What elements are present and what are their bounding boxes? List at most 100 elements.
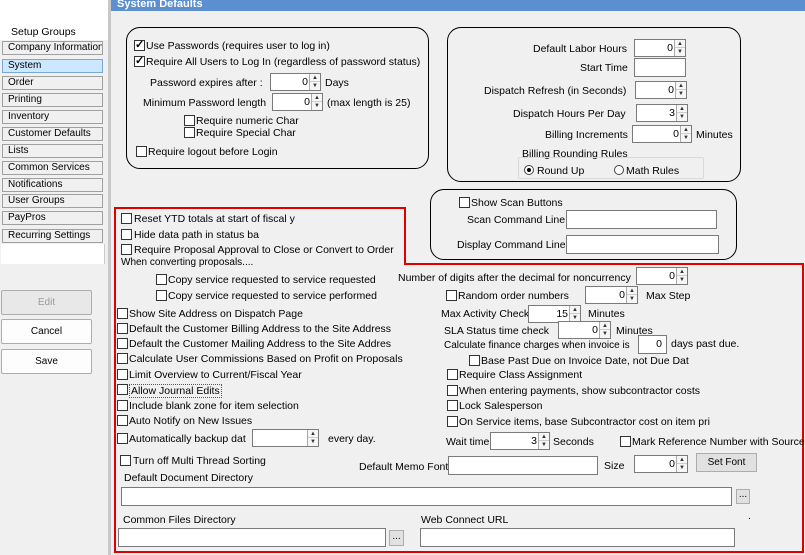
- sidebar-item-inventory[interactable]: Inventory: [2, 110, 103, 124]
- copy-performed-label: Copy service requested to service perfor…: [168, 290, 377, 302]
- max-activity-unit: Minutes: [588, 308, 625, 320]
- billing-minutes-label: Minutes: [696, 129, 733, 141]
- sidebar-item-company-information[interactable]: Company Information: [2, 41, 103, 55]
- lock-salesperson-checkbox[interactable]: [447, 400, 458, 411]
- limit-overview-checkbox[interactable]: [117, 369, 128, 380]
- auto-notify-label: Auto Notify on New Issues: [129, 415, 253, 427]
- cancel-button[interactable]: Cancel: [1, 319, 92, 344]
- default-mailing-checkbox[interactable]: [117, 338, 128, 349]
- sidebar-item-paypros[interactable]: PayPros: [2, 211, 103, 225]
- calc-commissions-checkbox[interactable]: [117, 353, 128, 364]
- reset-ytd-label: Reset YTD totals at start of fiscal y: [134, 213, 295, 225]
- down-arrow-icon: ▼: [314, 103, 320, 109]
- sidebar-item-order[interactable]: Order: [2, 76, 103, 90]
- copy-performed-checkbox[interactable]: [156, 290, 167, 301]
- allow-journal-label: Allow Journal Edits: [129, 384, 222, 398]
- require-numeric-checkbox[interactable]: [184, 115, 195, 126]
- require-class-checkbox[interactable]: [447, 369, 458, 380]
- default-billing-checkbox[interactable]: [117, 323, 128, 334]
- display-command-input[interactable]: [566, 235, 719, 254]
- browse-common-files-button[interactable]: ...: [389, 530, 404, 546]
- wait-time-stepper[interactable]: 3 ▲ ▼: [490, 432, 550, 450]
- round-up-radio[interactable]: [524, 165, 534, 175]
- up-arrow-icon: ▲: [308, 430, 318, 438]
- max-step-stepper[interactable]: 0 ▲ ▼: [585, 286, 638, 304]
- copy-requested-checkbox[interactable]: [156, 274, 167, 285]
- save-button[interactable]: Save: [1, 349, 92, 374]
- sidebar-item-system[interactable]: System: [2, 59, 103, 73]
- sidebar-item-recurring-settings[interactable]: Recurring Settings: [2, 229, 103, 243]
- require-all-users-checkbox[interactable]: [134, 54, 145, 67]
- set-font-button[interactable]: Set Font: [696, 453, 757, 472]
- finance-days-input[interactable]: 0: [638, 335, 667, 354]
- document-directory-input[interactable]: [121, 487, 732, 506]
- common-files-input[interactable]: [118, 528, 386, 547]
- require-logout-checkbox[interactable]: [136, 146, 147, 157]
- use-passwords-checkbox[interactable]: [134, 38, 145, 51]
- digits-stepper[interactable]: 0 ▲ ▼: [636, 267, 688, 285]
- show-scan-buttons-checkbox[interactable]: [459, 197, 470, 208]
- auto-notify-checkbox[interactable]: [117, 415, 128, 426]
- show-site-address-checkbox[interactable]: [117, 308, 128, 319]
- hide-data-path-checkbox[interactable]: [121, 229, 132, 240]
- reset-ytd-checkbox[interactable]: [121, 213, 132, 224]
- require-class-label: Require Class Assignment: [459, 369, 583, 381]
- lock-salesperson-label: Lock Salesperson: [459, 400, 543, 412]
- min-length-label: Minimum Password length: [143, 97, 267, 109]
- browse-document-button[interactable]: ...: [736, 489, 750, 504]
- sidebar-item-printing[interactable]: Printing: [2, 93, 103, 107]
- hours-per-day-stepper[interactable]: 3 ▲ ▼: [636, 104, 688, 122]
- sidebar-item-user-groups[interactable]: User Groups: [2, 194, 103, 208]
- on-service-items-checkbox[interactable]: [447, 416, 458, 427]
- on-service-items-label: On Service items, base Subcontractor cos…: [459, 416, 710, 428]
- require-special-checkbox[interactable]: [184, 127, 195, 138]
- start-time-input[interactable]: [634, 58, 686, 77]
- turn-off-threads-checkbox[interactable]: [120, 455, 131, 466]
- require-proposal-checkbox[interactable]: [121, 244, 132, 255]
- web-connect-label: Web Connect URL: [421, 514, 509, 526]
- up-arrow-icon: ▲: [627, 287, 637, 295]
- mark-reference-checkbox[interactable]: [620, 436, 631, 447]
- random-order-checkbox[interactable]: [446, 290, 457, 301]
- min-length-stepper[interactable]: 0 ▲ ▼: [272, 93, 323, 111]
- scan-command-input[interactable]: [566, 210, 717, 229]
- down-arrow-icon: ▼: [312, 83, 318, 89]
- highlight-box: [404, 263, 804, 265]
- memo-font-input[interactable]: [448, 456, 598, 475]
- sla-stepper[interactable]: 0 ▲ ▼: [558, 321, 611, 339]
- backup-time-stepper[interactable]: ▲ ▼: [252, 429, 319, 447]
- stray-dot: .: [748, 510, 751, 522]
- sidebar-item-lists[interactable]: Lists: [2, 144, 103, 158]
- edit-button[interactable]: Edit: [1, 290, 92, 315]
- subcontractor-costs-label: When entering payments, show subcontract…: [459, 385, 701, 397]
- web-connect-input[interactable]: [420, 528, 735, 547]
- require-proposal-label: Require Proposal Approval to Close or Co…: [134, 244, 394, 256]
- down-arrow-icon: ▼: [679, 465, 685, 471]
- allow-journal-checkbox[interactable]: [117, 384, 128, 395]
- labor-hours-stepper[interactable]: 0 ▲ ▼: [634, 39, 686, 57]
- down-arrow-icon: ▼: [677, 49, 683, 55]
- password-expires-label: Password expires after :: [150, 77, 263, 89]
- down-arrow-icon: ▼: [541, 442, 547, 448]
- math-rules-radio[interactable]: [614, 165, 624, 175]
- subcontractor-costs-checkbox[interactable]: [447, 385, 458, 396]
- dispatch-refresh-stepper[interactable]: 0 ▲ ▼: [635, 81, 687, 99]
- auto-backup-checkbox[interactable]: [117, 433, 128, 444]
- up-arrow-icon: ▲: [570, 306, 580, 314]
- up-arrow-icon: ▲: [681, 126, 691, 134]
- up-arrow-icon: ▲: [310, 74, 320, 82]
- sidebar-item-common-services[interactable]: Common Services: [2, 161, 103, 175]
- document-directory-label: Default Document Directory: [124, 472, 253, 484]
- include-blank-checkbox[interactable]: [117, 400, 128, 411]
- up-arrow-icon: ▲: [539, 433, 549, 441]
- up-arrow-icon: ▲: [677, 456, 687, 464]
- calc-commissions-label: Calculate User Commissions Based on Prof…: [129, 353, 403, 365]
- copy-requested-label: Copy service requested to service reques…: [168, 274, 376, 286]
- billing-increments-stepper[interactable]: 0 ▲ ▼: [632, 125, 692, 143]
- font-size-stepper[interactable]: 0 ▲ ▼: [634, 455, 688, 473]
- sidebar-item-customer-defaults[interactable]: Customer Defaults: [2, 127, 103, 141]
- sidebar-item-notifications[interactable]: Notifications: [2, 178, 103, 192]
- highlight-box: [404, 207, 406, 265]
- base-past-due-checkbox[interactable]: [469, 355, 480, 366]
- password-expires-stepper[interactable]: 0 ▲ ▼: [270, 73, 321, 91]
